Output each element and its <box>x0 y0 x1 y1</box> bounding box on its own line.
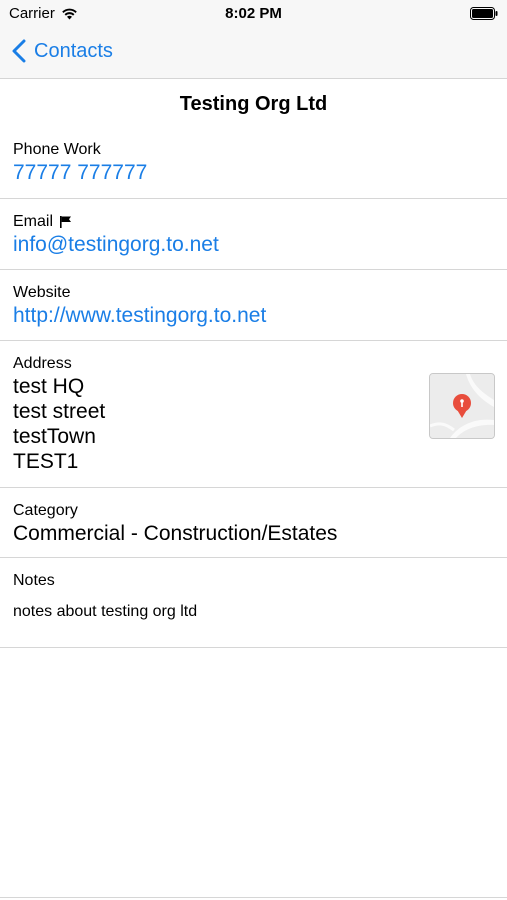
clock: 8:02 PM <box>225 5 282 22</box>
chevron-left-icon <box>12 39 26 63</box>
category-field: Category Commercial - Construction/Estat… <box>0 488 507 558</box>
category-label: Category <box>13 502 78 519</box>
battery-icon <box>470 7 498 20</box>
email-label-row: Email <box>13 214 494 230</box>
address-value: test HQ test street testTown TEST1 <box>13 374 494 474</box>
notes-field: Notes notes about testing org ltd <box>0 558 507 648</box>
email-value-link[interactable]: info@testingorg.to.net <box>13 232 494 257</box>
phone-value-link[interactable]: 77777 777777 <box>13 160 494 185</box>
website-label: Website <box>13 284 71 301</box>
map-thumbnail <box>430 374 494 438</box>
address-line: testTown <box>13 425 96 448</box>
email-label: Email <box>13 213 54 230</box>
flag-icon <box>60 216 72 228</box>
back-button[interactable]: Contacts <box>12 39 113 63</box>
navigation-bar: Contacts <box>0 28 507 79</box>
website-field: Website http://www.testingorg.to.net <box>0 270 507 341</box>
phone-field: Phone Work 77777 777777 <box>0 127 507 199</box>
address-line: TEST1 <box>13 450 79 473</box>
map-thumbnail-button[interactable] <box>429 373 495 439</box>
contact-detail: Testing Org Ltd Phone Work 77777 777777 … <box>0 79 507 648</box>
address-line: test street <box>13 400 106 423</box>
bottom-divider <box>0 897 507 898</box>
notes-value: notes about testing org ltd <box>13 603 198 620</box>
address-label: Address <box>13 355 72 372</box>
status-bar: Carrier 8:02 PM <box>0 0 507 28</box>
notes-label: Notes <box>13 572 55 589</box>
phone-label: Phone Work <box>13 141 101 158</box>
back-label: Contacts <box>34 39 113 62</box>
email-field: Email info@testingorg.to.net <box>0 199 507 270</box>
address-line: test HQ <box>13 375 85 398</box>
website-value-link[interactable]: http://www.testingorg.to.net <box>13 303 494 328</box>
address-field: Address test HQ test street testTown TES… <box>0 341 507 488</box>
contact-title: Testing Org Ltd <box>179 93 328 115</box>
category-value: Commercial - Construction/Estates <box>13 522 338 545</box>
